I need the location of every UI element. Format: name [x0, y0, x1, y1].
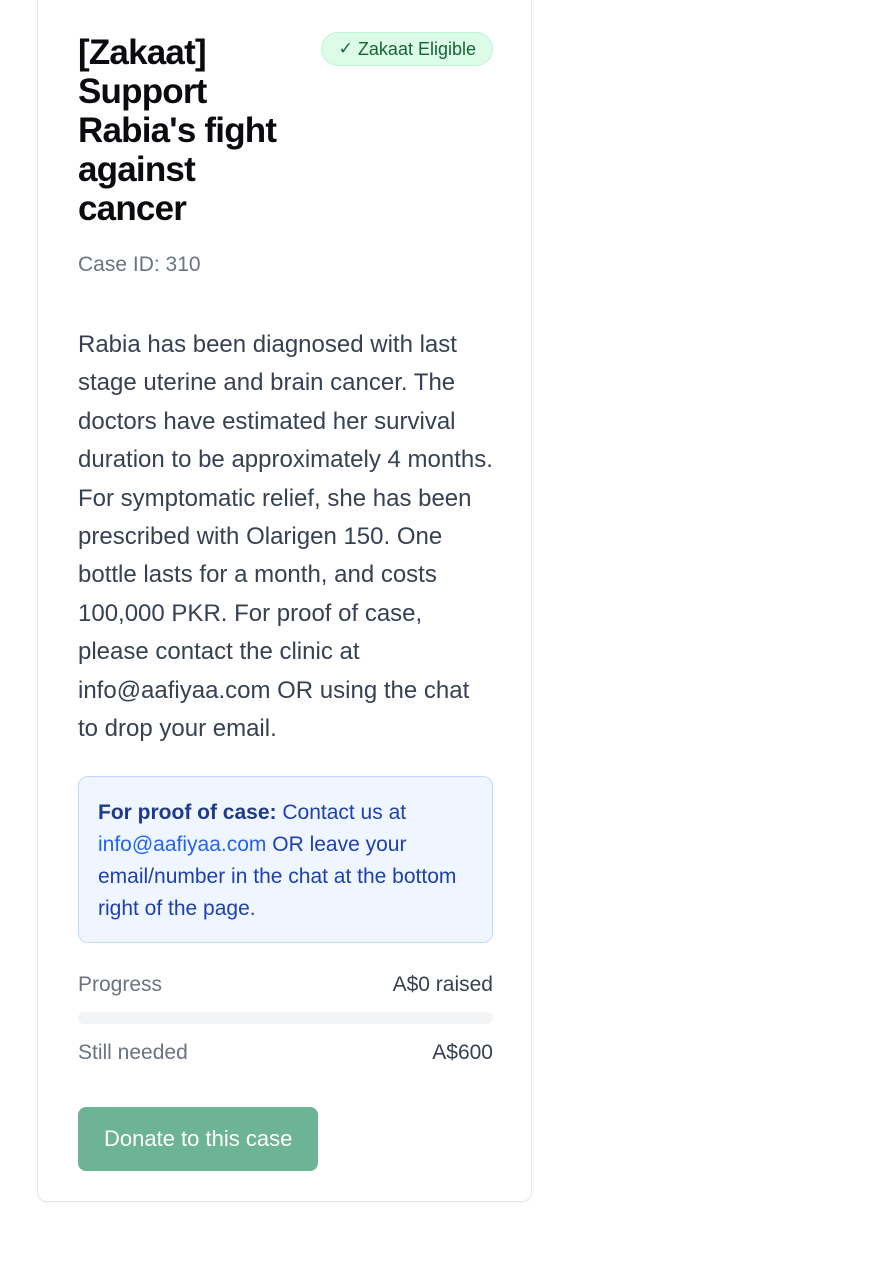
still-needed-amount: A$600 — [432, 1041, 493, 1065]
case-card-body: [Zakaat] Support Rabia's fight against c… — [78, 32, 493, 1172]
progress-row: Progress A$0 raised — [78, 971, 493, 999]
case-header: [Zakaat] Support Rabia's fight against c… — [78, 32, 493, 228]
proof-notice-text: Contact us at — [276, 801, 407, 825]
proof-notice-label: For proof of case: — [98, 801, 277, 825]
proof-of-case-notice: For proof of case: Contact us at info@aa… — [78, 776, 493, 944]
proof-email-link[interactable]: info@aafiyaa.com — [98, 833, 266, 856]
progress-label: Progress — [78, 973, 163, 997]
still-needed-label: Still needed — [78, 1041, 188, 1065]
check-icon: ✓ — [338, 39, 353, 58]
progress-bar — [78, 1012, 493, 1025]
zakaat-eligible-badge: ✓ Zakaat Eligible — [320, 32, 493, 66]
raised-amount: A$0 raised — [392, 973, 493, 997]
badge-label: Zakaat Eligible — [357, 38, 476, 59]
case-title: [Zakaat] Support Rabia's fight against c… — [78, 33, 277, 228]
still-needed-row: Still needed A$600 — [78, 1039, 493, 1067]
case-description: Rabia has been diagnosed with last stage… — [78, 331, 493, 743]
case-card: [Zakaat] Support Rabia's fight against c… — [37, 0, 532, 1202]
donate-button[interactable]: Donate to this case — [78, 1107, 319, 1172]
case-id: Case ID: 310 — [78, 253, 201, 276]
